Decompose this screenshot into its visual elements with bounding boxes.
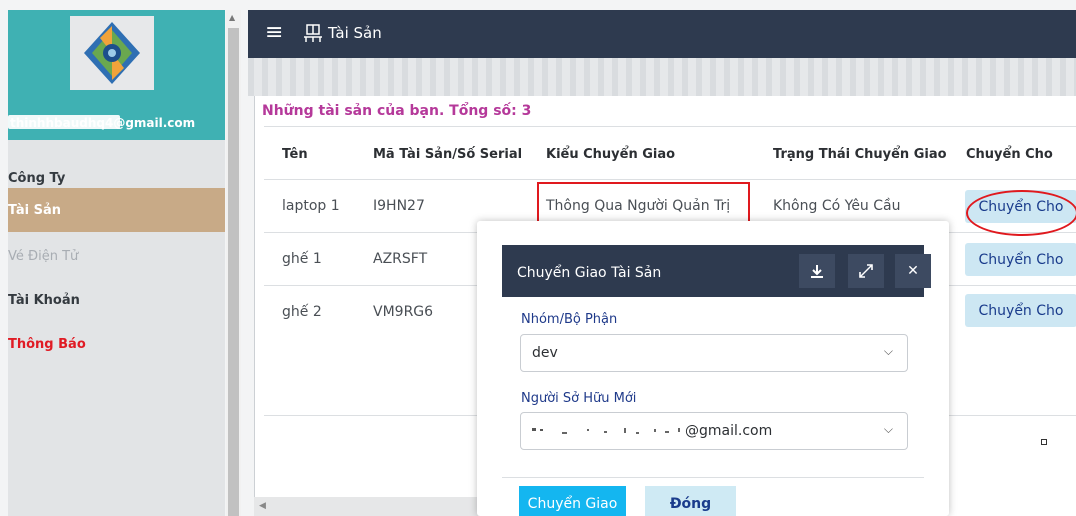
new-owner-select-value: @gmail.com xyxy=(685,423,773,439)
modal-title: Chuyển Giao Tài Sản xyxy=(517,265,662,281)
group-label: Nhóm/Bộ Phận xyxy=(521,312,618,327)
company-logo[interactable] xyxy=(70,16,154,90)
asset-summary: Những tài sản của bạn. Tổng số: 3 xyxy=(262,103,532,119)
table-header: Tên Mã Tài Sản/Số Serial Kiểu Chuyển Gia… xyxy=(264,126,1076,180)
annotation-ellipse xyxy=(966,190,1076,236)
sidebar-item-label: Công Ty xyxy=(8,170,66,186)
scroll-left-icon[interactable]: ◀ xyxy=(259,501,266,511)
page-title: Tài Sản xyxy=(328,24,382,42)
chevron-down-icon: ⌵ xyxy=(883,422,893,436)
cell-serial: VM9RG6 xyxy=(373,304,434,320)
column-header-transfer-type: Kiểu Chuyển Giao xyxy=(546,147,676,162)
cell-status: Không Có Yêu Cầu xyxy=(773,198,901,214)
user-email: thinhhbaudhq4@gmail.com xyxy=(10,116,196,130)
sidebar-item-tai-san[interactable]: Tài Sản xyxy=(8,188,225,232)
sidebar-item-label: Vé Điện Tử xyxy=(8,248,79,264)
logo-icon xyxy=(84,22,140,84)
close-icon[interactable]: ✕ xyxy=(895,254,931,288)
asset-icon xyxy=(304,24,322,42)
submit-transfer-button[interactable]: Chuyển Giao xyxy=(519,486,626,516)
group-select-value: dev xyxy=(532,345,558,361)
cell-name: ghế 2 xyxy=(282,304,322,320)
close-modal-button[interactable]: Đóng xyxy=(645,486,736,516)
column-header-status: Trạng Thái Chuyển Giao xyxy=(773,147,947,162)
blurred-toolbar xyxy=(248,58,1076,96)
redacted-email-mask xyxy=(532,428,680,434)
transfer-to-button[interactable]: Chuyển Cho xyxy=(965,294,1076,327)
group-select[interactable]: dev ⌵ xyxy=(520,334,908,372)
modal-divider xyxy=(502,477,924,478)
new-owner-label: Người Sở Hữu Mới xyxy=(521,391,637,406)
expand-icon[interactable] xyxy=(848,254,884,288)
transfer-modal: Chuyển Giao Tài Sản ✕ Nhóm/Bộ Phận dev ⌵… xyxy=(477,221,949,516)
sidebar-item-tai-khoan[interactable]: Tài Khoản xyxy=(8,278,225,322)
sidebar-item-thong-bao[interactable]: Thông Báo xyxy=(8,322,225,366)
sidebar-item-label: Thông Báo xyxy=(8,336,86,352)
hamburger-icon[interactable]: ≡ xyxy=(265,22,283,44)
column-header-transfer-to: Chuyển Cho xyxy=(966,147,1053,162)
vertical-scrollbar[interactable]: ▲ xyxy=(226,10,241,516)
sidebar-item-label: Tài Sản xyxy=(8,202,61,218)
sidebar-item-ve-dien-tu[interactable]: Vé Điện Tử xyxy=(8,234,225,278)
logo-area xyxy=(8,10,225,94)
user-email-bar: thinhhbaudhq4@gmail.com xyxy=(8,94,225,140)
column-header-name: Tên xyxy=(282,147,308,162)
app-frame: thinhhbaudhq4@gmail.com Công Ty Tài Sản … xyxy=(0,0,1076,516)
sidebar: thinhhbaudhq4@gmail.com Công Ty Tài Sản … xyxy=(8,10,225,516)
resize-handle[interactable] xyxy=(1041,439,1047,445)
download-icon[interactable] xyxy=(799,254,835,288)
new-owner-select[interactable]: @gmail.com ⌵ xyxy=(520,412,908,450)
top-header: ≡ Tài Sản xyxy=(248,10,1076,58)
modal-header: Chuyển Giao Tài Sản ✕ xyxy=(502,245,931,297)
cell-name: ghế 1 xyxy=(282,251,322,267)
chevron-down-icon: ⌵ xyxy=(883,344,893,358)
annotation-rectangle xyxy=(537,182,750,225)
sidebar-item-label: Tài Khoản xyxy=(8,292,80,308)
scrollbar-thumb[interactable] xyxy=(228,28,239,516)
cell-name: laptop 1 xyxy=(282,198,340,214)
transfer-to-button[interactable]: Chuyển Cho xyxy=(965,243,1076,276)
cell-serial: AZRSFT xyxy=(373,251,428,267)
column-header-serial: Mã Tài Sản/Số Serial xyxy=(373,147,523,162)
cell-serial: I9HN27 xyxy=(373,198,425,214)
scroll-up-icon[interactable]: ▲ xyxy=(229,13,235,22)
